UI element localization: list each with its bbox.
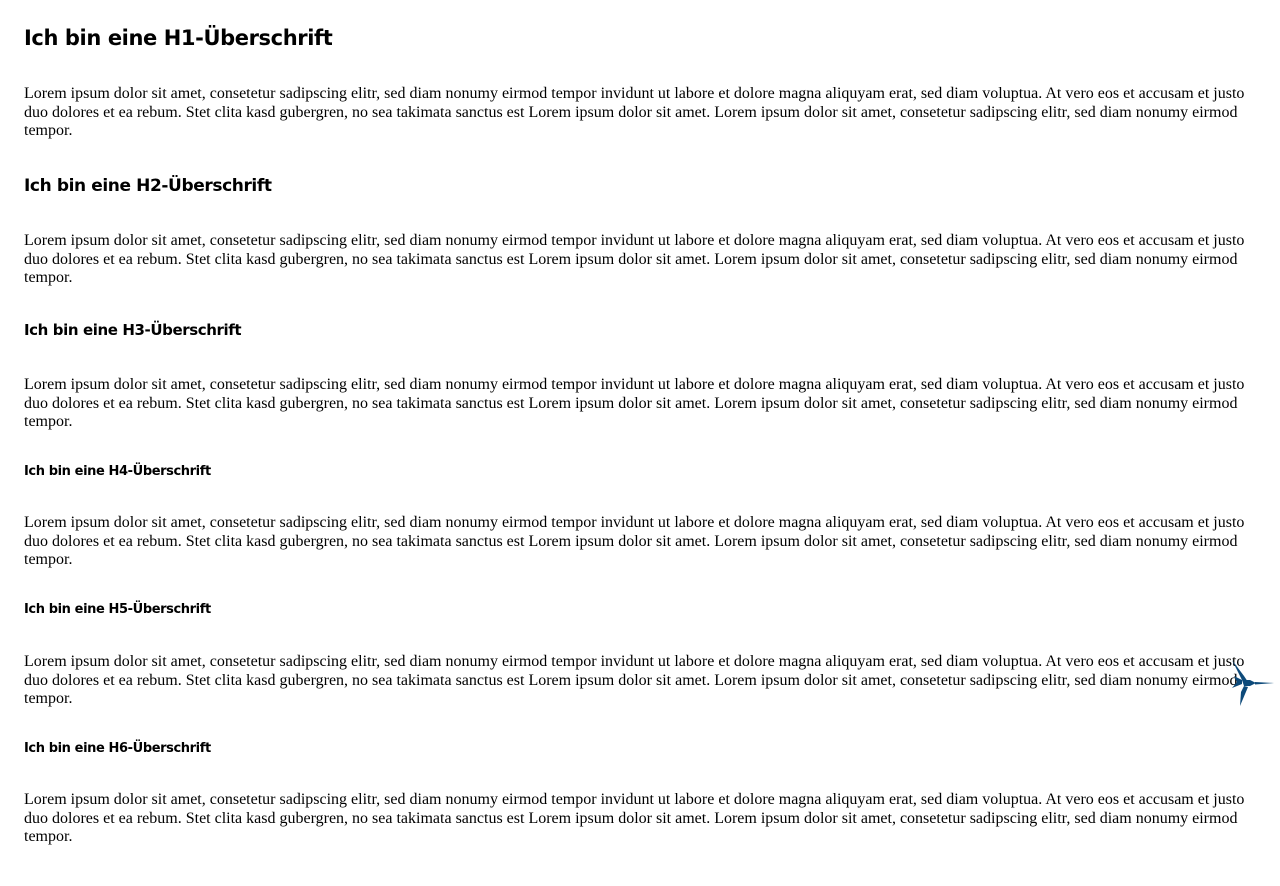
paragraph-3: Lorem ipsum dolor sit amet, consetetur s…	[24, 376, 1245, 430]
hummingbird-icon[interactable]	[1228, 658, 1276, 708]
paragraph-2: Lorem ipsum dolor sit amet, consetetur s…	[24, 232, 1245, 286]
heading-h5: Ich bin eine H5-Überschrift	[24, 602, 211, 617]
heading-h2: Ich bin eine H2-Überschrift	[24, 176, 272, 196]
paragraph-6: Lorem ipsum dolor sit amet, consetetur s…	[24, 791, 1245, 845]
heading-h6: Ich bin eine H6-Überschrift	[24, 741, 211, 756]
heading-h3: Ich bin eine H3-Überschrift	[24, 321, 242, 339]
paragraph-4: Lorem ipsum dolor sit amet, consetetur s…	[24, 514, 1245, 568]
heading-h4: Ich bin eine H4-Überschrift	[24, 464, 211, 479]
paragraph-1: Lorem ipsum dolor sit amet, consetetur s…	[24, 85, 1245, 139]
paragraph-5: Lorem ipsum dolor sit amet, consetetur s…	[24, 653, 1245, 707]
heading-h1: Ich bin eine H1-Überschrift	[24, 26, 333, 50]
